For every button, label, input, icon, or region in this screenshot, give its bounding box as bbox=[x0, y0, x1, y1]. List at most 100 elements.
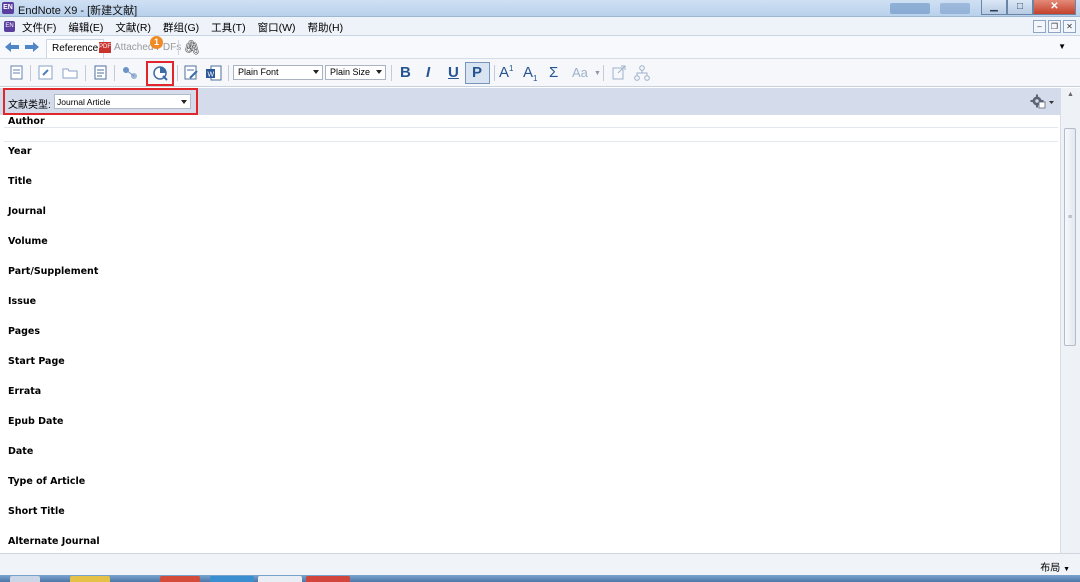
maximize-button[interactable]: □ bbox=[1007, 0, 1033, 15]
taskbar-item[interactable] bbox=[258, 576, 302, 582]
export-icon[interactable] bbox=[610, 64, 628, 82]
bold-button[interactable]: B bbox=[400, 64, 411, 81]
title-bar: EN EndNote X9 - [新建文献] ▁ □ ✕ bbox=[0, 0, 1080, 17]
field-row[interactable]: Epub Date bbox=[0, 415, 1060, 445]
field-row[interactable]: Author bbox=[0, 115, 1060, 145]
taskbar-item[interactable] bbox=[210, 576, 254, 582]
field-row[interactable]: Year bbox=[0, 145, 1060, 175]
back-arrow-icon[interactable] bbox=[5, 42, 19, 52]
field-row[interactable]: Journal bbox=[0, 205, 1060, 235]
field-row[interactable]: Pages bbox=[0, 325, 1060, 355]
field-row[interactable]: Start Page bbox=[0, 355, 1060, 385]
tab-attached-pdfs[interactable]: Attached PDFs bbox=[114, 42, 181, 53]
symbol-button[interactable]: Σ bbox=[549, 64, 558, 81]
title-bar-glow bbox=[890, 3, 930, 14]
field-row[interactable]: Alternate Journal bbox=[0, 535, 1060, 553]
plain-button[interactable]: P bbox=[472, 64, 482, 81]
font-select[interactable]: Plain Font bbox=[233, 65, 323, 80]
field-label: Errata bbox=[8, 386, 42, 397]
scroll-grip-icon: ≡ bbox=[1068, 214, 1073, 221]
scrollbar-thumb[interactable]: ≡ bbox=[1064, 128, 1076, 346]
annotation-badge: 1 bbox=[150, 36, 163, 49]
window-title: EndNote X9 - [新建文献] bbox=[18, 5, 138, 17]
chevron-down-icon bbox=[376, 70, 382, 74]
menu-item[interactable]: 文献(R) bbox=[115, 20, 151, 35]
insert-reference-icon[interactable] bbox=[8, 64, 26, 82]
word-icon[interactable]: W bbox=[205, 64, 223, 82]
field-label: Epub Date bbox=[8, 416, 64, 427]
field-label: Alternate Journal bbox=[8, 536, 100, 547]
field-row[interactable]: Volume bbox=[0, 235, 1060, 265]
menu-item[interactable]: 编辑(E) bbox=[68, 20, 103, 35]
font-select-value: Plain Font bbox=[238, 67, 279, 77]
reference-fields-panel: Author Year Title Journal Volume Part/Supplem… bbox=[0, 115, 1060, 553]
superscript-label: A bbox=[499, 64, 510, 81]
taskbar-item[interactable] bbox=[10, 576, 40, 582]
italic-button[interactable]: I bbox=[426, 64, 430, 81]
field-row[interactable]: Part/Supplement bbox=[0, 265, 1060, 295]
edit-note-icon[interactable] bbox=[182, 64, 200, 82]
tab-separator bbox=[178, 40, 179, 55]
subscript-mark: 1 bbox=[533, 74, 538, 83]
open-folder-icon[interactable] bbox=[61, 64, 79, 82]
edit-link-icon[interactable] bbox=[37, 64, 55, 82]
underline-button[interactable]: U bbox=[448, 64, 459, 81]
chevron-down-icon bbox=[313, 70, 319, 74]
field-label: Title bbox=[8, 176, 32, 187]
mdi-minimize-button[interactable]: – bbox=[1033, 20, 1046, 33]
layout-menu[interactable]: 布局 ▼ bbox=[1040, 559, 1070, 574]
menu-item[interactable]: 窗口(W) bbox=[258, 20, 296, 35]
taskbar-item[interactable] bbox=[70, 576, 110, 582]
taskbar-item[interactable] bbox=[306, 576, 350, 582]
reference-type-select[interactable]: Journal Article bbox=[54, 94, 191, 109]
field-row[interactable]: Title bbox=[0, 175, 1060, 205]
field-label: Journal bbox=[8, 206, 46, 217]
pdf-icon: PDF bbox=[99, 42, 111, 53]
menu-item[interactable]: 工具(T) bbox=[211, 20, 245, 35]
tab-reference[interactable]: Reference bbox=[46, 39, 105, 58]
reference-type-value: Journal Article bbox=[57, 97, 111, 107]
field-row[interactable]: Date bbox=[0, 445, 1060, 475]
field-label: Start Page bbox=[8, 356, 65, 367]
paperclip-icon[interactable]: 🖇 bbox=[183, 39, 201, 56]
chevron-down-icon[interactable]: ▼ bbox=[594, 70, 601, 77]
field-label: Pages bbox=[8, 326, 41, 337]
reference-list-icon[interactable] bbox=[92, 64, 110, 82]
field-label: Part/Supplement bbox=[8, 266, 99, 277]
gear-icon[interactable] bbox=[1030, 94, 1056, 110]
field-label: Author bbox=[8, 116, 45, 127]
link-nodes-icon[interactable] bbox=[121, 64, 139, 82]
field-row[interactable]: Short Title bbox=[0, 505, 1060, 535]
layout-label: 布局 bbox=[1040, 563, 1061, 574]
field-input-line[interactable] bbox=[4, 127, 1058, 128]
field-row[interactable]: Errata bbox=[0, 385, 1060, 415]
size-select[interactable]: Plain Size bbox=[325, 65, 386, 80]
menu-item[interactable]: 文件(F) bbox=[22, 20, 56, 35]
field-input-line bbox=[4, 141, 1058, 142]
field-label: Type of Article bbox=[8, 476, 86, 487]
vertical-scrollbar[interactable]: ▲ ≡ bbox=[1060, 88, 1080, 553]
chevron-down-icon: ▼ bbox=[1063, 566, 1070, 573]
minimize-button[interactable]: ▁ bbox=[981, 0, 1007, 15]
subscript-button[interactable]: A1 bbox=[523, 64, 537, 83]
menu-item[interactable]: 帮助(H) bbox=[308, 20, 344, 35]
document-icon[interactable]: EN bbox=[4, 21, 15, 32]
field-row[interactable]: Type of Article bbox=[0, 475, 1060, 505]
tab-menu-arrow-icon[interactable]: ▼ bbox=[1058, 42, 1066, 51]
case-button[interactable]: Aa bbox=[572, 65, 588, 80]
field-label: Year bbox=[8, 146, 32, 157]
close-button[interactable]: ✕ bbox=[1033, 0, 1076, 15]
superscript-button[interactable]: A1 bbox=[499, 64, 513, 81]
forward-arrow-icon[interactable] bbox=[25, 42, 39, 52]
taskbar-item[interactable] bbox=[160, 576, 200, 582]
formatting-toolbar: W Plain Font Plain Size B I U P A1 A1 Σ … bbox=[0, 59, 1080, 87]
scroll-up-icon[interactable]: ▲ bbox=[1067, 91, 1074, 98]
field-label: Short Title bbox=[8, 506, 65, 517]
mdi-restore-button[interactable]: ❐ bbox=[1048, 20, 1061, 33]
menu-item[interactable]: 群组(G) bbox=[163, 20, 199, 35]
reference-type-label: 文献类型: bbox=[8, 100, 51, 111]
find-full-text-icon[interactable] bbox=[151, 64, 169, 82]
group-tree-icon[interactable] bbox=[633, 64, 651, 82]
field-row[interactable]: Issue bbox=[0, 295, 1060, 325]
mdi-close-button[interactable]: ✕ bbox=[1063, 20, 1076, 33]
